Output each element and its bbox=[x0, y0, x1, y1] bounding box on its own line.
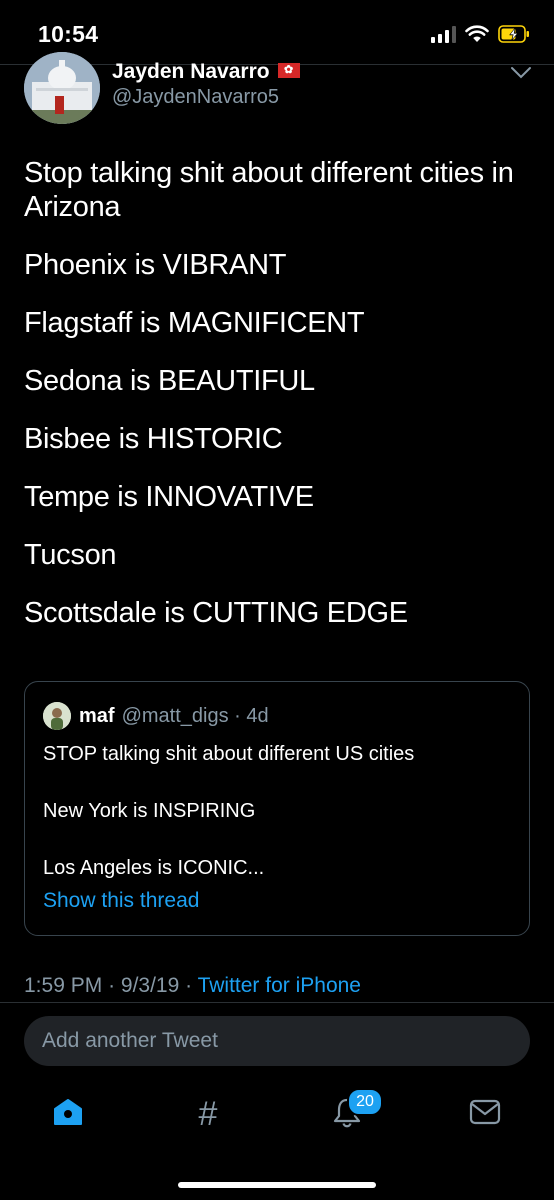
tweet-text: Stop talking shit about different cities… bbox=[24, 156, 530, 654]
meta-separator: · bbox=[228, 704, 247, 727]
home-icon bbox=[53, 1097, 83, 1132]
quoted-tweet[interactable]: maf @matt_digs · 4d STOP talking shit ab… bbox=[24, 681, 530, 936]
author-name-text: Jayden Navarro bbox=[112, 60, 270, 83]
signal-icon bbox=[431, 25, 456, 43]
quoted-author-avatar bbox=[43, 702, 71, 730]
chevron-down-icon[interactable] bbox=[510, 66, 532, 85]
hong-kong-flag-icon: ✿ bbox=[277, 62, 300, 78]
tweet-line: Phoenix is VIBRANT bbox=[24, 249, 287, 281]
author-avatar[interactable] bbox=[24, 52, 100, 124]
quoted-tweet-text: STOP talking shit about different US cit… bbox=[43, 740, 513, 911]
tweet-line: Stop talking shit about different cities… bbox=[24, 157, 514, 223]
author-name[interactable]: Jayden Navarro ✿ bbox=[112, 60, 300, 84]
reply-input[interactable] bbox=[24, 1016, 530, 1066]
quoted-author-handle: @matt_digs bbox=[121, 704, 229, 727]
battery-icon bbox=[498, 25, 530, 43]
quoted-author-name: maf bbox=[79, 704, 115, 727]
home-indicator[interactable] bbox=[178, 1182, 376, 1188]
tweet-line: Tempe is INNOVATIVE bbox=[24, 481, 314, 513]
reply-box[interactable] bbox=[24, 1016, 530, 1066]
tweet-line: Bisbee is HISTORIC bbox=[24, 423, 283, 455]
wifi-icon bbox=[465, 25, 489, 43]
tweet-line: Scottsdale is CUTTING EDGE bbox=[24, 597, 408, 629]
divider bbox=[0, 1002, 554, 1003]
notification-badge: 20 bbox=[347, 1088, 383, 1116]
quoted-tweet-line: New York is INSPIRING bbox=[43, 800, 256, 822]
tab-notifications[interactable]: 20 bbox=[327, 1088, 383, 1134]
tweet-source-link[interactable]: Twitter for iPhone bbox=[198, 974, 361, 997]
tweet-line: Tucson bbox=[24, 539, 117, 571]
tweet-line: Sedona is BEAUTIFUL bbox=[24, 365, 315, 397]
status-time: 10:54 bbox=[38, 21, 99, 47]
author-handle[interactable]: @JaydenNavarro5 bbox=[112, 86, 279, 109]
tweet-time: 1:59 PM bbox=[24, 974, 103, 997]
tab-home[interactable] bbox=[48, 1094, 88, 1134]
quoted-tweet-age: 4d bbox=[246, 704, 269, 727]
hashtag-icon: # bbox=[198, 1094, 218, 1133]
tweet-timestamp: 1:59 PM · 9/3/19 · Twitter for iPhone bbox=[24, 974, 361, 998]
tab-messages[interactable] bbox=[465, 1094, 505, 1134]
show-thread-link[interactable]: Show this thread bbox=[43, 889, 199, 913]
meta-separator: · bbox=[185, 974, 198, 997]
meta-separator: · bbox=[108, 974, 121, 997]
tab-search[interactable]: # bbox=[188, 1094, 228, 1134]
status-bar: 10:54 bbox=[0, 0, 554, 64]
tweet-line: Flagstaff is MAGNIFICENT bbox=[24, 307, 365, 339]
quoted-tweet-header: maf @matt_digs · 4d bbox=[43, 702, 269, 730]
tweet-date: 9/3/19 bbox=[120, 974, 180, 997]
quoted-tweet-line: STOP talking shit about different US cit… bbox=[43, 743, 415, 765]
tab-bar: # 20 bbox=[0, 1084, 554, 1144]
mail-icon bbox=[469, 1099, 501, 1130]
quoted-tweet-line: Los Angeles is ICONIC... bbox=[43, 857, 265, 879]
status-icons bbox=[431, 22, 530, 46]
